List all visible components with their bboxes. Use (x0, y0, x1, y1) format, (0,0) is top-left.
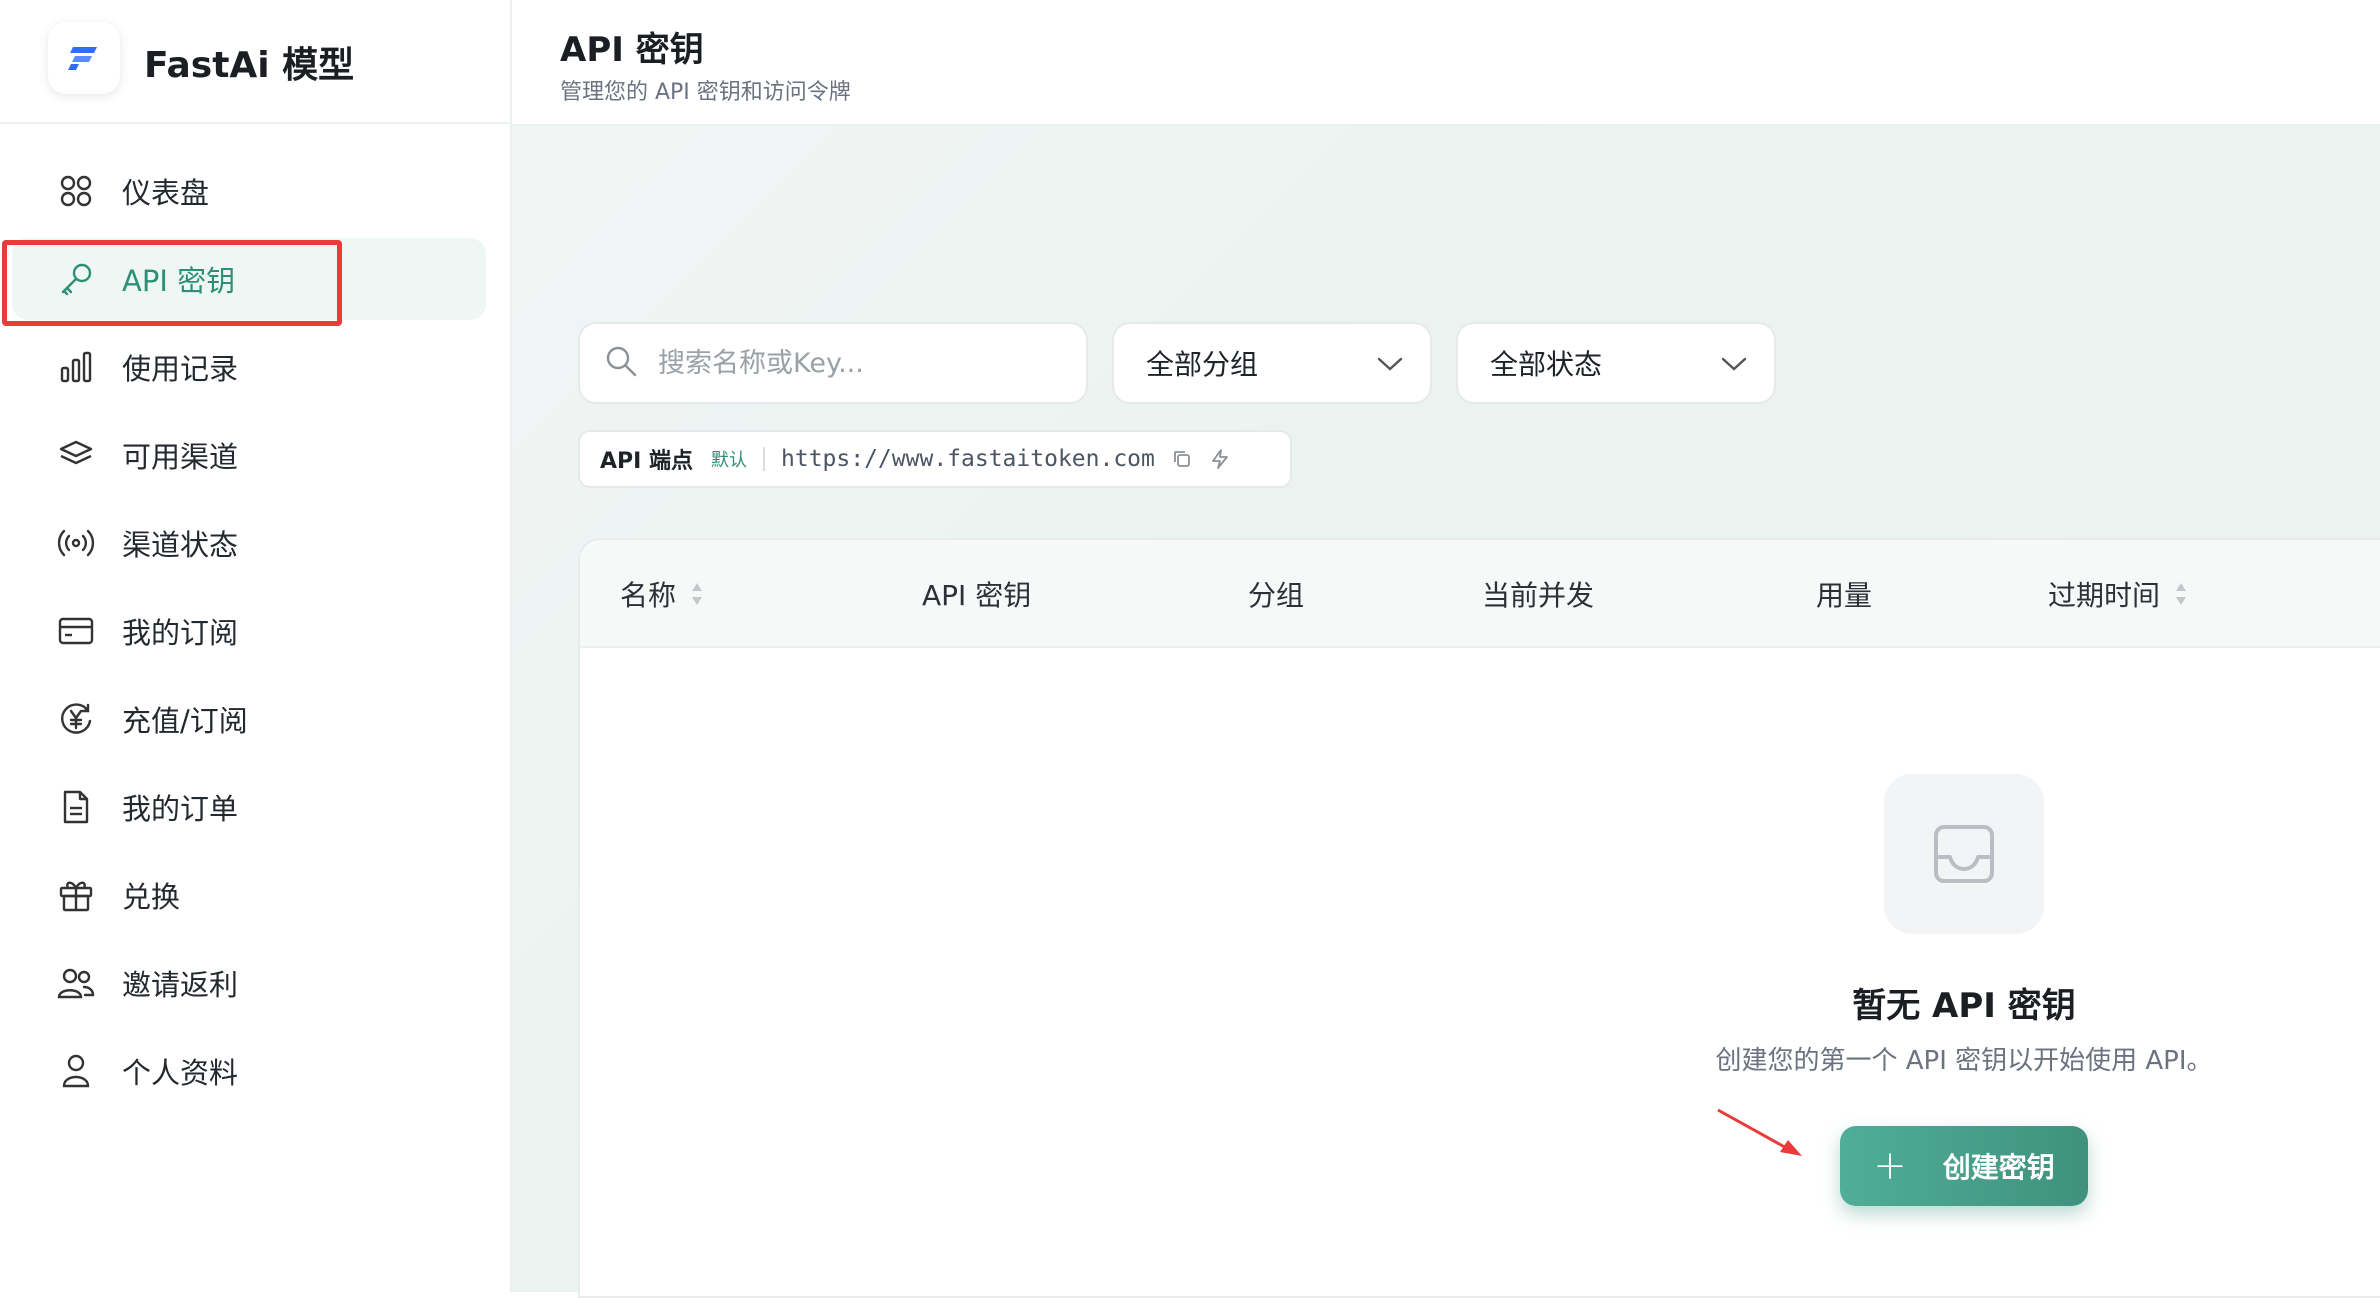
column-header-api-key: API 密钥 (922, 574, 1031, 614)
sidebar-item-label: 使用记录 (122, 352, 239, 386)
column-label: 过期时间 (2048, 579, 2161, 612)
column-header-name[interactable]: 名称 (620, 574, 704, 614)
document-icon (56, 787, 96, 827)
api-endpoint-bar: API 端点 默认 https://www.fastaitoken.com (578, 430, 1292, 488)
empty-state-inbox-icon (1884, 774, 2044, 934)
layers-icon (56, 435, 96, 475)
sidebar-item-usage-records[interactable]: 使用记录 (24, 326, 486, 408)
page-title: API 密钥 (560, 30, 704, 70)
column-label: 名称 (620, 579, 677, 612)
sidebar-item-label: 我的订阅 (122, 616, 239, 650)
column-header-expiry[interactable]: 过期时间 (2048, 574, 2188, 614)
credit-card-icon (56, 611, 96, 651)
sidebar-item-label: 可用渠道 (122, 440, 239, 474)
api-keys-table: 名称 API 密钥 分组 当前并发 用量 过期时间 (578, 538, 2380, 1298)
dashboard-icon (56, 171, 96, 211)
sidebar-item-label: 邀请返利 (122, 968, 239, 1002)
sidebar-item-profile[interactable]: 个人资料 (24, 1030, 486, 1112)
column-label: 分组 (1248, 579, 1305, 612)
divider (763, 447, 765, 471)
sidebar-item-channel-status[interactable]: 渠道状态 (24, 502, 486, 584)
sidebar-item-label: 渠道状态 (122, 528, 239, 562)
search-icon (604, 344, 638, 382)
user-icon (56, 1051, 96, 1091)
status-select[interactable]: 全部状态 (1456, 322, 1776, 404)
copy-icon[interactable] (1171, 448, 1193, 470)
sidebar-item-label: 兑换 (122, 880, 181, 914)
create-key-button-label: 创建密钥 (1942, 1151, 2055, 1184)
sort-icon (690, 581, 704, 607)
group-select[interactable]: 全部分组 (1112, 322, 1432, 404)
sort-icon (2174, 581, 2188, 607)
gift-icon (56, 875, 96, 915)
sidebar-item-referral[interactable]: 邀请返利 (24, 942, 486, 1024)
brand-header: FastAi 模型 (0, 0, 510, 124)
sidebar-item-recharge[interactable]: 充值/订阅 (24, 678, 486, 760)
lightning-icon[interactable] (1209, 448, 1231, 470)
sidebar-item-dashboard[interactable]: 仪表盘 (24, 150, 486, 232)
yen-circle-icon (56, 699, 96, 739)
brand-logo[interactable] (48, 22, 120, 94)
search-box[interactable] (578, 322, 1088, 404)
sidebar-item-redeem[interactable]: 兑换 (24, 854, 486, 936)
column-header-usage: 用量 (1816, 574, 1872, 614)
sidebar-item-my-orders[interactable]: 我的订单 (24, 766, 486, 848)
sidebar-item-channels[interactable]: 可用渠道 (24, 414, 486, 496)
sidebar: FastAi 模型 仪表盘 API 密钥 使用记录 可用渠道 渠道状态 我的订阅… (0, 0, 512, 1292)
fastai-logo-icon (68, 47, 97, 70)
endpoint-default-badge: 默认 (711, 450, 747, 471)
table-header: 名称 API 密钥 分组 当前并发 用量 过期时间 (580, 540, 2380, 648)
column-label: API 密钥 (922, 579, 1032, 612)
status-select-value: 全部状态 (1490, 348, 1603, 381)
chevron-down-icon (1720, 347, 1748, 380)
plus-icon: + (1873, 1143, 1907, 1189)
page-subtitle: 管理您的 API 密钥和访问令牌 (560, 80, 851, 105)
main-content: API 密钥 管理您的 API 密钥和访问令牌 全部分组 全部状态 API 端点… (512, 0, 2380, 1298)
column-label: 当前并发 (1482, 579, 1595, 612)
endpoint-url: https://www.fastaitoken.com (781, 446, 1155, 472)
bar-chart-icon (56, 347, 96, 387)
endpoint-label: API 端点 (600, 449, 693, 474)
annotation-highlight-box (2, 240, 342, 326)
sidebar-item-label: 充值/订阅 (122, 704, 248, 738)
column-header-concurrency: 当前并发 (1482, 574, 1594, 614)
page-header: API 密钥 管理您的 API 密钥和访问令牌 (512, 0, 2380, 126)
users-icon (56, 963, 96, 1003)
brand-name: FastAi 模型 (144, 45, 355, 86)
column-label: 用量 (1816, 579, 1873, 612)
sidebar-item-my-subscription[interactable]: 我的订阅 (24, 590, 486, 672)
chevron-down-icon (1376, 347, 1404, 380)
annotation-arrow (1716, 1106, 1806, 1164)
create-key-button[interactable]: + 创建密钥 (1840, 1126, 2088, 1206)
broadcast-icon (56, 523, 96, 563)
sidebar-item-label: 个人资料 (122, 1056, 239, 1090)
search-input[interactable] (656, 346, 1080, 380)
group-select-value: 全部分组 (1146, 348, 1259, 381)
empty-state-description: 创建您的第一个 API 密钥以开始使用 API。 (1715, 1046, 2213, 1076)
sidebar-item-label: 仪表盘 (122, 176, 210, 210)
column-header-group: 分组 (1248, 574, 1304, 614)
empty-state-title: 暂无 API 密钥 (1852, 986, 2076, 1026)
sidebar-item-label: 我的订单 (122, 792, 239, 826)
